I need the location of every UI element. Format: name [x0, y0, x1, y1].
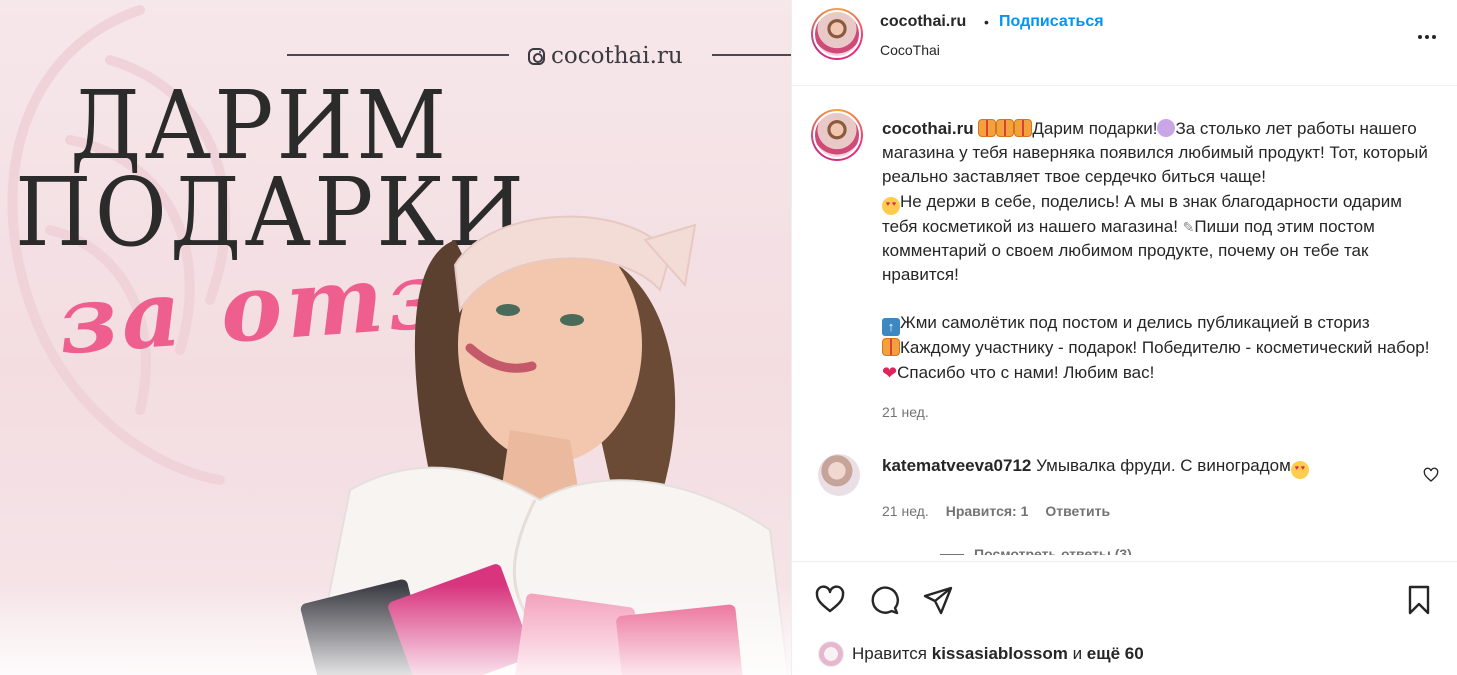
- heart-eyes-emoji-icon: [882, 196, 900, 215]
- more-options-icon[interactable]: [1416, 26, 1438, 48]
- divider-line-left: [287, 54, 509, 56]
- gift-emoji-icon: [1014, 119, 1033, 137]
- comment-text: Умывалка фруди. С виноградом: [1036, 456, 1291, 475]
- caption-username[interactable]: cocothai.ru: [882, 119, 974, 138]
- gift-emoji-icon: [882, 338, 900, 357]
- person-shrug-emoji-icon: [1157, 119, 1176, 137]
- caption-text-6: Каждому участнику - подарок! Победителю …: [900, 338, 1435, 358]
- post-actions-bar: [792, 561, 1457, 636]
- bookmark-icon[interactable]: [1403, 584, 1435, 616]
- post-comments-area[interactable]: cocothai.ru Дарим подарки! За столько лет…: [792, 86, 1457, 555]
- up-arrow-emoji-icon: ↑: [882, 318, 900, 337]
- comment-icon[interactable]: [868, 584, 900, 616]
- gift-emoji-icon: [996, 119, 1015, 137]
- heart-eyes-emoji-icon: [1290, 461, 1309, 479]
- view-replies-label[interactable]: Посмотреть ответы (3): [974, 546, 1132, 555]
- author-avatar[interactable]: [811, 8, 863, 60]
- divider-line-right: [712, 54, 791, 56]
- replies-line: [940, 553, 964, 555]
- instagram-icon: [528, 47, 545, 65]
- image-brand: cocothai.ru: [528, 38, 683, 74]
- likes-others-count[interactable]: ещё 60: [1087, 644, 1144, 663]
- caption-text-1: Дарим подарки!: [1032, 119, 1158, 138]
- likes-text: Нравится kissasiablossom и ещё 60: [852, 644, 1144, 664]
- post-image[interactable]: cocothai.ru ДАРИМ ПОДАРКИ за отзыв: [0, 0, 791, 675]
- commenter-avatar[interactable]: [818, 454, 860, 496]
- caption-text-7: Спасибо что с нами! Любим вас!: [897, 362, 1155, 382]
- image-brand-handle: cocothai.ru: [551, 43, 683, 69]
- reply-button[interactable]: Ответить: [1045, 503, 1110, 519]
- follow-button[interactable]: Подписаться: [999, 13, 1104, 31]
- comment-timestamp[interactable]: 21 нед.: [882, 503, 929, 519]
- author-username[interactable]: cocothai.ru: [880, 13, 966, 31]
- pen-emoji-icon: ✎: [1182, 218, 1195, 235]
- post-header: cocothai.ru • Подписаться CocoThai: [792, 0, 1457, 86]
- caption-timestamp[interactable]: 21 нед.: [882, 404, 929, 420]
- post-caption: cocothai.ru Дарим подарки! За столько лет…: [882, 117, 1442, 385]
- likes-summary: Нравится kissasiablossom и ещё 60: [792, 635, 1457, 675]
- likes-conjunction: и: [1072, 644, 1083, 663]
- commenter-username[interactable]: katematveeva0712: [882, 456, 1031, 475]
- caption-author-avatar[interactable]: [811, 109, 863, 161]
- image-bottom-fade: [0, 585, 791, 675]
- heart-icon[interactable]: [814, 584, 846, 616]
- likes-prefix: Нравится: [852, 644, 928, 663]
- gift-emoji-icon: [978, 119, 997, 137]
- post-details-panel: cocothai.ru • Подписаться CocoThai cocot…: [791, 0, 1457, 675]
- liker-avatar[interactable]: [818, 641, 844, 667]
- view-replies-button[interactable]: Посмотреть ответы (3): [940, 546, 1132, 555]
- share-icon[interactable]: [922, 584, 954, 616]
- comment-likes-count[interactable]: Нравится: 1: [946, 503, 1029, 519]
- liker-username[interactable]: kissasiablossom: [932, 644, 1068, 663]
- comment-like-heart-icon[interactable]: [1423, 467, 1439, 483]
- red-heart-emoji-icon: ❤: [882, 362, 898, 383]
- author-subtitle: CocoThai: [880, 42, 940, 58]
- comment-meta: 21 нед. Нравится: 1 Ответить: [882, 503, 1110, 519]
- header-separator: •: [984, 14, 989, 30]
- caption-text-5: Жми самолётик под постом и делись публик…: [900, 313, 1370, 333]
- comment: katematveeva0712 Умывалка фруди. С виног…: [882, 456, 1309, 479]
